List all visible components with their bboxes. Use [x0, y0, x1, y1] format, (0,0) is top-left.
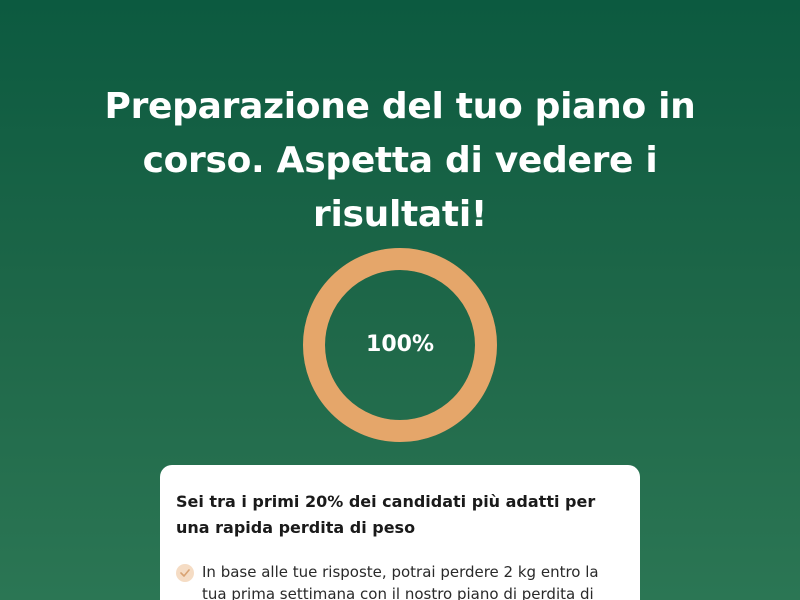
check-icon	[176, 564, 194, 582]
progress-percentage: 100%	[366, 332, 434, 357]
list-item: In base alle tue risposte, potrai perder…	[176, 561, 622, 600]
progress-ring: 100%	[303, 248, 497, 442]
loading-page: Preparazione del tuo piano in corso. Asp…	[0, 0, 800, 600]
page-title: Preparazione del tuo piano in corso. Asp…	[104, 86, 696, 235]
result-card: Sei tra i primi 20% dei candidati più ad…	[160, 465, 640, 600]
list-item-text: In base alle tue risposte, potrai perder…	[202, 563, 599, 600]
result-card-heading: Sei tra i primi 20% dei candidati più ad…	[176, 492, 596, 537]
